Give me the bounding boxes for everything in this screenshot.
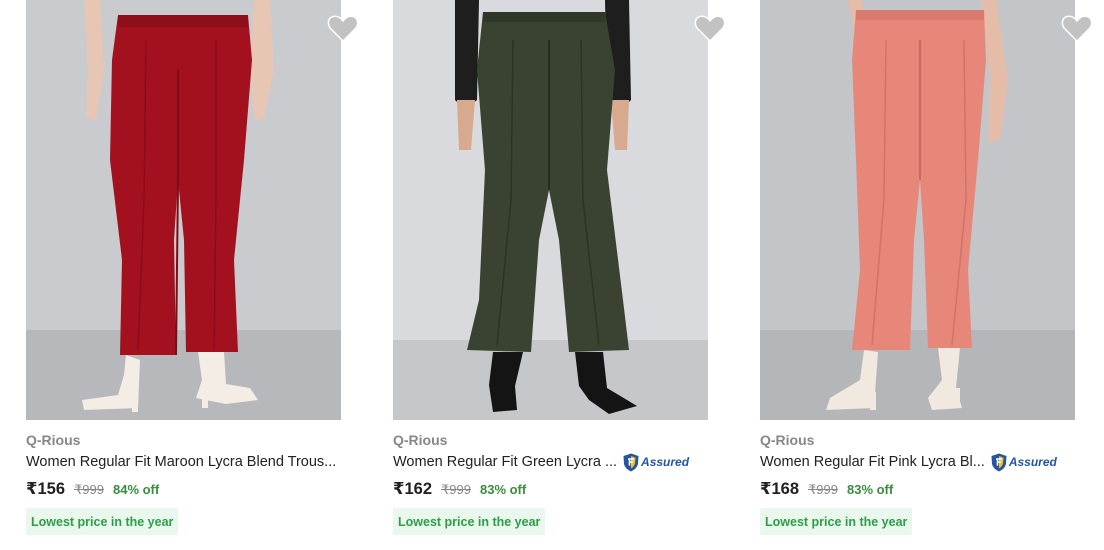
discount-percentage: 83% off xyxy=(479,482,527,497)
product-card[interactable]: Q-Rious Women Regular Fit Pink Lycra Bl.… xyxy=(760,0,1093,550)
wishlist-heart-icon[interactable] xyxy=(694,14,726,44)
flipkart-assured-badge: Assured xyxy=(623,453,689,472)
product-grid: Q-Rious Women Regular Fit Maroon Lycra B… xyxy=(0,0,1104,550)
product-image[interactable] xyxy=(26,0,341,420)
next-product-image-peek xyxy=(26,544,341,550)
lowest-price-badge: Lowest price in the year xyxy=(393,508,546,535)
original-price: ₹999 xyxy=(74,482,104,497)
product-brand: Q-Rious xyxy=(393,432,448,448)
maroon-trousers-photo xyxy=(26,0,341,420)
product-card[interactable]: Q-Rious Women Regular Fit Maroon Lycra B… xyxy=(26,0,359,550)
assured-shield-icon xyxy=(623,453,639,471)
original-price: ₹999 xyxy=(441,482,471,497)
product-brand: Q-Rious xyxy=(760,432,815,448)
product-title-row: Women Regular Fit Pink Lycra Bl... Assur… xyxy=(760,453,1090,471)
selling-price: ₹156 xyxy=(26,480,66,498)
assured-label: Assured xyxy=(1008,455,1057,469)
product-title-row: Women Regular Fit Green Lycra ... Assure… xyxy=(393,453,723,471)
product-image[interactable] xyxy=(760,0,1075,420)
assured-shield-icon xyxy=(991,453,1007,471)
green-trousers-photo xyxy=(393,0,708,420)
discount-percentage: 83% off xyxy=(846,482,894,497)
product-brand: Q-Rious xyxy=(26,432,81,448)
wishlist-heart-icon[interactable] xyxy=(327,14,359,44)
product-card[interactable]: Q-Rious Women Regular Fit Green Lycra ..… xyxy=(393,0,726,550)
wishlist-heart-icon[interactable] xyxy=(1061,14,1093,44)
product-image[interactable] xyxy=(393,0,708,420)
lowest-price-badge: Lowest price in the year xyxy=(26,508,179,535)
original-price: ₹999 xyxy=(808,482,838,497)
selling-price: ₹168 xyxy=(760,480,800,498)
price-row: ₹168 ₹999 83% off xyxy=(760,479,893,499)
product-title[interactable]: Women Regular Fit Maroon Lycra Blend Tro… xyxy=(26,454,336,470)
discount-percentage: 84% off xyxy=(112,482,160,497)
price-row: ₹156 ₹999 84% off xyxy=(26,479,159,499)
price-row: ₹162 ₹999 83% off xyxy=(393,479,526,499)
lowest-price-badge: Lowest price in the year xyxy=(760,508,913,535)
product-title-row: Women Regular Fit Maroon Lycra Blend Tro… xyxy=(26,453,356,471)
pink-trousers-photo xyxy=(760,0,1075,420)
flipkart-assured-badge: Assured xyxy=(991,453,1057,472)
product-title[interactable]: Women Regular Fit Pink Lycra Bl... xyxy=(760,454,985,470)
assured-label: Assured xyxy=(641,455,690,469)
next-product-image-peek xyxy=(393,544,708,550)
product-title[interactable]: Women Regular Fit Green Lycra ... xyxy=(393,454,617,470)
selling-price: ₹162 xyxy=(393,480,433,498)
